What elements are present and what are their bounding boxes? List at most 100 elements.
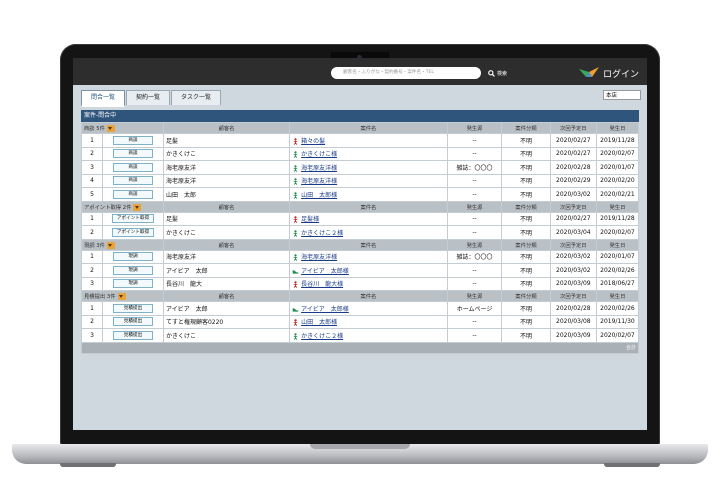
row-number: 2 xyxy=(80,225,104,240)
search-input[interactable]: 顧客名・ふりがな・契約番号・案件名・TEL xyxy=(331,67,481,79)
status-button[interactable]: 商談 xyxy=(113,162,153,172)
group-title: 見積提出 3件 xyxy=(81,290,164,302)
source: -- xyxy=(446,187,503,202)
case-cell: 山田 太郎様 xyxy=(289,187,448,202)
row-number: 1 xyxy=(80,249,104,264)
table-row[interactable]: 3 商談 海老原友洋 海老原友洋様 雑誌：〇〇〇 不明 2020/02/28 2020/01/… xyxy=(80,160,640,175)
group-header-row: 見積提出 3件 顧客名 案件名 発生源 案件分類 次回予定日 発生日 xyxy=(81,290,640,302)
case-cell: かきくけこ様 xyxy=(289,146,448,161)
customer-name: かきくけこ xyxy=(162,328,291,343)
case-link[interactable]: アイビア 太郎様 xyxy=(301,306,349,313)
status-button[interactable]: 現調 xyxy=(113,252,153,262)
case-link[interactable]: 海老原友洋様 xyxy=(301,254,337,261)
status-button[interactable]: 現調 xyxy=(113,279,153,289)
case-link[interactable]: かきくけこ様 xyxy=(301,151,337,158)
shoe-green-icon xyxy=(292,268,299,275)
status-button[interactable]: アポイント取得 xyxy=(111,214,155,224)
case-link[interactable]: 箱々の髪 xyxy=(301,138,325,145)
column-header: 発生日 xyxy=(595,238,640,251)
person-green-icon xyxy=(292,178,298,186)
status-cell: アポイント取得 xyxy=(102,211,164,226)
table-row[interactable]: 2 現調 アイビア 太郎 アイビア 太郎様 -- 不明 2020/03/02 2020/02/… xyxy=(80,263,640,278)
table-row[interactable]: 3 現調 長谷川 龍大 長谷川 龍大様 -- 不明 2020/03/09 2018/06/27 xyxy=(80,276,640,291)
row-number: 1 xyxy=(80,133,104,148)
status-button[interactable]: アポイント取得 xyxy=(111,227,155,237)
case-cell: かきくけこ２様 xyxy=(289,225,448,240)
table-row[interactable]: 2 アポイント取得 かきくけこ かきくけこ２様 -- 不明 2020/03/04 2020/0… xyxy=(80,225,640,240)
customer-name: アイビア 太郎 xyxy=(162,301,291,316)
occurrence-date: 2019/11/30 xyxy=(595,314,640,329)
occurrence-date: 2019/11/28 xyxy=(595,211,640,226)
next-date: 2020/03/04 xyxy=(549,225,597,240)
status-button[interactable]: 見積提出 xyxy=(113,317,153,327)
case-link[interactable]: 海老原友洋様 xyxy=(301,165,337,172)
column-header: 案件分類 xyxy=(501,290,551,302)
person-green-icon xyxy=(292,192,298,199)
customer-name: 海老原友洋 xyxy=(162,249,291,264)
source: -- xyxy=(446,263,503,278)
row-number: 5 xyxy=(80,187,104,202)
case-cell: 海老原友洋様 xyxy=(289,173,448,188)
status-button[interactable]: 商談 xyxy=(113,189,153,199)
case-link[interactable]: かきくけこ２様 xyxy=(301,230,343,237)
table-row[interactable]: 1 アポイント取得 足髪 足髪様 -- 不明 2020/02/27 2019/11/28 xyxy=(80,211,640,226)
collapse-toggle-icon[interactable] xyxy=(117,293,126,300)
person-green-icon xyxy=(292,333,298,340)
table-row[interactable]: 2 商談 かきくけこ かきくけこ様 -- 不明 2020/02/27 2020/02/07 xyxy=(80,146,640,161)
customer-name: かきくけこ xyxy=(162,146,291,161)
table-row[interactable]: 3 見積提出 かきくけこ かきくけこ２様 -- 不明 2020/03/09 2020/02/0… xyxy=(80,328,640,343)
case-cell: 箱々の髪 xyxy=(289,133,448,148)
tab-task-list[interactable]: タスク一覧 xyxy=(171,90,222,105)
total-label: 合計 xyxy=(81,341,639,354)
source: -- xyxy=(446,225,503,240)
status-cell: 現調 xyxy=(102,249,164,264)
row-number: 2 xyxy=(80,146,104,161)
source: -- xyxy=(446,146,503,161)
collapse-toggle-icon[interactable] xyxy=(133,203,142,211)
case-link[interactable]: 山田 太郎様 xyxy=(301,192,337,199)
branch-select[interactable]: 本店 xyxy=(603,90,641,100)
collapse-toggle-icon[interactable] xyxy=(106,125,115,132)
case-link[interactable]: アイビア 太郎様 xyxy=(301,268,349,275)
category: 不明 xyxy=(501,328,551,343)
case-link[interactable]: 山田 太郎様 xyxy=(301,319,337,326)
table-row[interactable]: 1 見積提出 アイビア 太郎 アイビア 太郎様 ホームページ 不明 2020/02/28 20… xyxy=(80,301,640,316)
source: 雑誌：〇〇〇 xyxy=(446,160,503,175)
status-button[interactable]: 現調 xyxy=(113,265,153,275)
top-bar: 顧客名・ふりがな・契約番号・案件名・TEL 検索 ログイン xyxy=(73,58,647,85)
table-row[interactable]: 4 商談 海老原友洋 海老原友洋様 -- 不明 2020/02/29 2020/02/20 xyxy=(80,173,640,188)
person-green-icon xyxy=(292,230,298,237)
row-number: 2 xyxy=(80,314,104,329)
tab-inquiry-list[interactable]: 問合一覧 xyxy=(81,90,126,107)
category: 不明 xyxy=(501,187,551,202)
customer-name: 海老原友洋 xyxy=(162,160,291,175)
collapse-toggle-icon[interactable] xyxy=(106,241,115,249)
status-button[interactable]: 見積提出 xyxy=(113,330,153,340)
table-row[interactable]: 1 商談 足髪 箱々の髪 -- 不明 2020/02/27 2019/11/28 xyxy=(80,133,640,148)
status-button[interactable]: 商談 xyxy=(113,149,153,159)
tab-contract-list[interactable]: 契約一覧 xyxy=(126,90,171,105)
table-row[interactable]: 5 商談 山田 太郎 山田 太郎様 -- 不明 2020/03/02 2020/02/21 xyxy=(80,187,640,202)
search-button[interactable]: 検索 xyxy=(488,68,507,78)
status-button[interactable]: 見積提出 xyxy=(113,303,153,313)
column-header: 発生源 xyxy=(446,200,503,213)
case-link[interactable]: 足髪様 xyxy=(301,216,319,223)
case-link[interactable]: 海老原友洋様 xyxy=(301,178,337,185)
table-row[interactable]: 2 見積提出 てすと権現顧客0220 山田 太郎様 -- 不明 2020/03/08 2019… xyxy=(80,314,640,329)
case-cell: アイビア 太郎様 xyxy=(289,263,448,278)
status-button[interactable]: 商談 xyxy=(113,176,153,186)
occurrence-date: 2020/02/26 xyxy=(595,301,640,316)
status-button[interactable]: 商談 xyxy=(113,135,153,145)
occurrence-date: 2018/06/27 xyxy=(595,276,640,291)
column-header: 発生日 xyxy=(595,290,640,302)
case-cell: 足髪様 xyxy=(289,211,448,226)
case-link[interactable]: かきくけこ２様 xyxy=(301,333,343,340)
category: 不明 xyxy=(501,146,551,161)
case-link[interactable]: 長谷川 龍大様 xyxy=(301,281,343,288)
group-title: 現調 3件 xyxy=(81,238,164,251)
table-row[interactable]: 1 現調 海老原友洋 海老原友洋様 雑誌：〇〇〇 不明 2020/03/02 2020/01/… xyxy=(80,249,640,264)
login-link[interactable]: ログイン xyxy=(603,67,639,80)
laptop-foot xyxy=(60,463,116,467)
occurrence-date: 2020/02/07 xyxy=(595,328,640,343)
source: -- xyxy=(446,211,503,226)
